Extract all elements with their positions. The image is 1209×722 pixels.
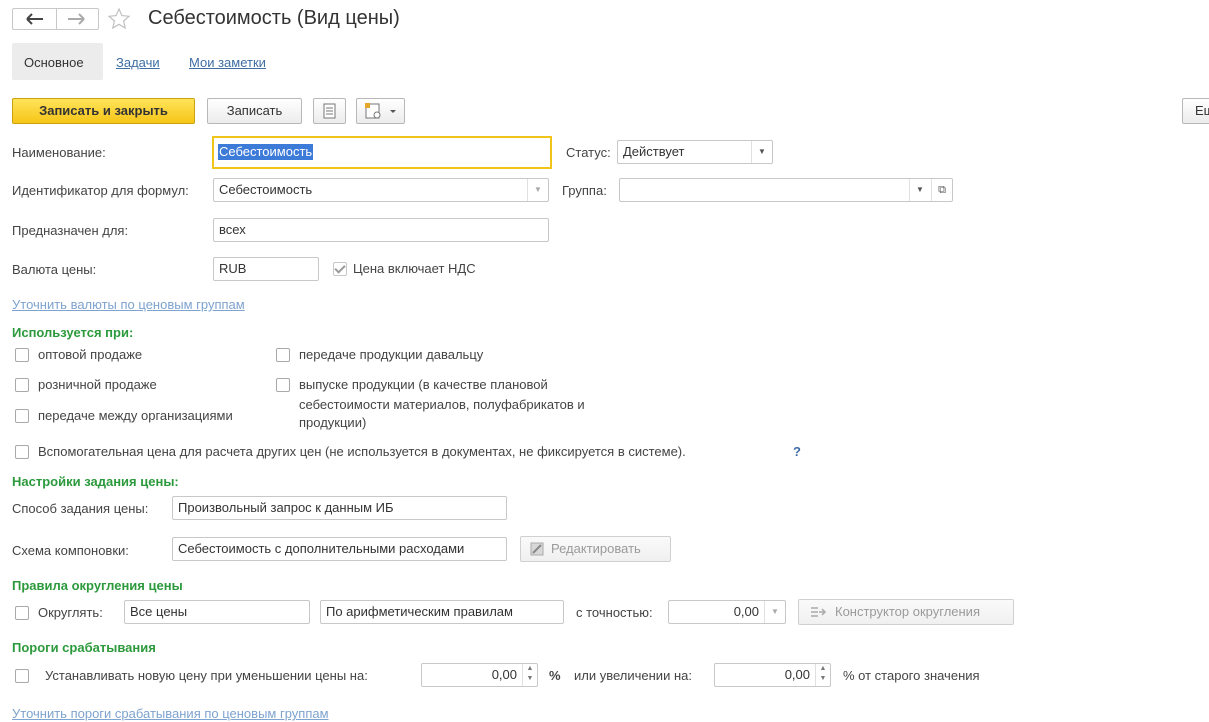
currency-label: Валюта цены: (12, 262, 97, 277)
increase-input[interactable]: 0,00 ▲ ▼ (714, 663, 831, 687)
used-in-heading: Используется при: (12, 325, 134, 340)
decrease-input[interactable]: 0,00 ▲ ▼ (421, 663, 538, 687)
production-label-line3: продукции) (299, 415, 367, 430)
percent-label-2: % от старого значения (843, 668, 980, 683)
tab-tasks[interactable]: Задачи (116, 55, 160, 71)
chevron-down-icon[interactable]: ▼ (527, 179, 548, 201)
rounding-constructor-button[interactable]: Конструктор округления (798, 599, 1014, 625)
vat-label: Цена включает НДС (353, 261, 476, 276)
edit-button-label: Редактировать (551, 541, 641, 556)
aux-price-checkbox[interactable] (15, 445, 29, 459)
intended-value: всех (219, 222, 246, 237)
chevron-down-icon[interactable]: ▼ (751, 141, 772, 163)
help-icon[interactable]: ? (793, 444, 801, 460)
threshold-checkbox[interactable] (15, 669, 29, 683)
arrow-left-icon (26, 13, 43, 25)
method-label: Способ задания цены: (12, 501, 149, 516)
round-scope-input[interactable]: Все цены (124, 600, 310, 624)
spinner-icon[interactable]: ▲ ▼ (522, 664, 537, 686)
increase-label: или увеличении на: (574, 668, 692, 683)
retail-label: розничной продаже (38, 377, 157, 392)
intended-input[interactable]: всех (213, 218, 549, 242)
scheme-label: Схема компоновки: (12, 543, 129, 558)
increase-value: 0,00 (784, 667, 810, 682)
group-select[interactable]: ▼ ⧉ (619, 178, 953, 202)
tab-my-notes[interactable]: Мои заметки (189, 55, 266, 71)
retail-checkbox[interactable] (15, 378, 29, 392)
more-button[interactable]: Ещё (1182, 98, 1209, 124)
nav-buttons (12, 8, 99, 30)
constructor-button-label: Конструктор округления (835, 604, 980, 619)
production-label-line2: себестоимости материалов, полуфабрикатов… (299, 397, 585, 412)
name-label: Наименование: (12, 145, 106, 160)
method-value: Произвольный запрос к данным ИБ (178, 500, 394, 515)
rounding-heading: Правила округления цены (12, 578, 183, 593)
wholesale-checkbox[interactable] (15, 348, 29, 362)
precision-select[interactable]: 0,00 ▼ (668, 600, 786, 624)
name-input[interactable]: Себестоимость (212, 136, 552, 169)
intercompany-label: передаче между организациями (38, 408, 233, 423)
thresholds-heading: Пороги срабатывания (12, 640, 156, 655)
round-rule-value: По арифметическим правилам (326, 604, 513, 619)
edit-button[interactable]: Редактировать (520, 536, 671, 562)
threshold-label: Устанавливать новую цену при уменьшении … (45, 668, 368, 683)
round-checkbox[interactable] (15, 606, 29, 620)
round-rule-input[interactable]: По арифметическим правилам (320, 600, 564, 624)
tolling-checkbox[interactable] (276, 348, 290, 362)
currency-input[interactable]: RUB (213, 257, 319, 281)
precision-value: 0,00 (733, 604, 759, 619)
percent-label-1: % (549, 668, 561, 683)
price-settings-heading: Настройки задания цены: (12, 474, 179, 489)
precision-label: с точностью: (576, 605, 653, 620)
status-select[interactable]: Действует ▼ (617, 140, 773, 164)
save-and-close-button[interactable]: Записать и закрыть (12, 98, 195, 124)
production-label-line1: выпуске продукции (в качестве плановой (299, 377, 548, 392)
page-title: Себестоимость (Вид цены) (148, 7, 400, 29)
status-label: Статус: (566, 145, 611, 160)
refine-thresholds-link[interactable]: Уточнить пороги срабатывания по ценовым … (12, 706, 329, 722)
round-label: Округлять: (38, 605, 103, 620)
production-checkbox[interactable] (276, 378, 290, 392)
formula-id-label: Идентификатор для формул: (12, 183, 189, 198)
document-list-icon (323, 103, 336, 119)
chevron-down-icon[interactable]: ▼ (764, 601, 785, 623)
intercompany-checkbox[interactable] (15, 409, 29, 423)
scheme-value: Себестоимость с дополнительными расходам… (178, 541, 465, 556)
round-scope-value: Все цены (130, 604, 188, 619)
back-button[interactable] (13, 9, 57, 29)
save-button[interactable]: Записать (207, 98, 302, 124)
vat-checkbox[interactable] (333, 262, 347, 276)
tolling-label: передаче продукции давальцу (299, 347, 484, 362)
currency-value: RUB (219, 261, 247, 276)
edit-icon (530, 542, 544, 556)
arrow-right-icon (68, 13, 85, 25)
method-input[interactable]: Произвольный запрос к данным ИБ (172, 496, 507, 520)
print-document-icon (365, 103, 396, 119)
chevron-down-icon[interactable]: ▼ (909, 179, 930, 201)
open-icon[interactable]: ⧉ (931, 179, 952, 201)
aux-price-label: Вспомогательная цена для расчета других … (38, 444, 686, 459)
formula-id-value: Себестоимость (219, 182, 313, 197)
formula-id-input[interactable]: Себестоимость ▼ (213, 178, 549, 202)
decrease-value: 0,00 (491, 667, 517, 682)
wholesale-label: оптовой продаже (38, 347, 143, 362)
favorite-star-icon[interactable] (107, 7, 131, 31)
scheme-input[interactable]: Себестоимость с дополнительными расходам… (172, 537, 507, 561)
refine-currency-link[interactable]: Уточнить валюты по ценовым группам (12, 297, 245, 313)
constructor-icon (811, 607, 827, 617)
intended-label: Предназначен для: (12, 223, 129, 238)
spinner-icon[interactable]: ▲ ▼ (815, 664, 830, 686)
status-value: Действует (623, 144, 685, 159)
document-list-button[interactable] (313, 98, 346, 124)
forward-button[interactable] (56, 9, 98, 29)
group-label: Группа: (562, 183, 607, 198)
print-menu-button[interactable] (356, 98, 405, 124)
tab-main-label: Основное (24, 55, 84, 70)
name-input-value: Себестоимость (218, 144, 314, 160)
